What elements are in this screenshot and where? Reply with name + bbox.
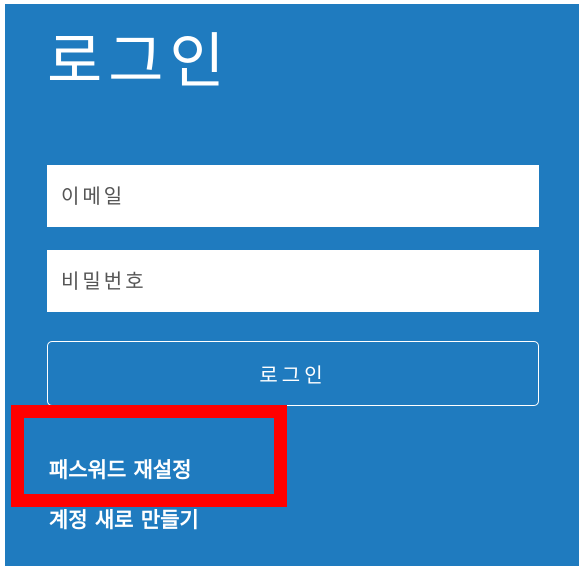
create-account-link[interactable]: 계정 새로 만들기 xyxy=(49,510,199,531)
page-title: 로그인 xyxy=(47,27,231,97)
email-field[interactable] xyxy=(47,165,539,227)
reset-password-link[interactable]: 패스워드 재설정 xyxy=(49,460,192,481)
login-panel: 로그인 로그인 패스워드 재설정 계정 새로 만들기 xyxy=(5,4,579,566)
password-field[interactable] xyxy=(47,250,539,312)
login-button[interactable]: 로그인 xyxy=(47,341,539,406)
